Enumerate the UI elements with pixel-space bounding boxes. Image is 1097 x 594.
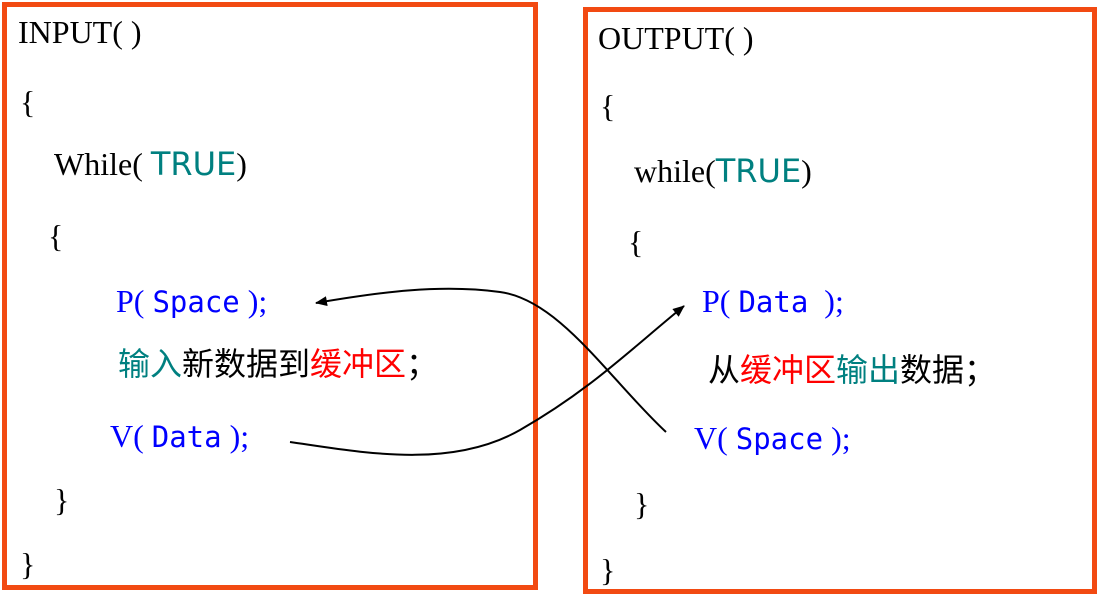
arrow-output-v-to-input-p [315, 287, 667, 433]
arrow-input-v-to-output-p [289, 305, 685, 456]
sync-arrows [289, 287, 685, 456]
